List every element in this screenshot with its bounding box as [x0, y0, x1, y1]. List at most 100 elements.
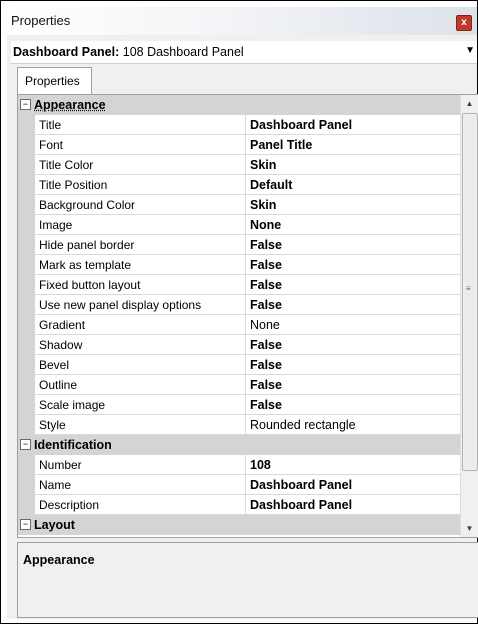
- property-row[interactable]: Scale image False: [18, 395, 460, 415]
- property-name-cell: Gradient: [35, 315, 246, 335]
- property-value-cell[interactable]: Skin: [246, 195, 460, 215]
- row-margin: [18, 235, 35, 255]
- property-value-cell[interactable]: False: [246, 395, 460, 415]
- property-row[interactable]: Description Dashboard Panel: [18, 495, 460, 515]
- property-row[interactable]: Bevel False: [18, 355, 460, 375]
- row-margin: [18, 275, 35, 295]
- property-name: Use new panel display options: [39, 298, 202, 312]
- property-value-cell[interactable]: 108: [246, 455, 460, 475]
- object-selector-label: Dashboard Panel: 108 Dashboard Panel: [13, 45, 244, 59]
- property-value: Rounded rectangle: [250, 418, 356, 432]
- collapse-icon[interactable]: −: [20, 519, 31, 530]
- property-value-cell[interactable]: Skin: [246, 155, 460, 175]
- scroll-thumb[interactable]: ≡: [462, 113, 478, 471]
- row-margin: [18, 115, 35, 135]
- row-margin: [18, 355, 35, 375]
- property-row[interactable]: Title Color Skin: [18, 155, 460, 175]
- category-label: Identification: [34, 438, 112, 452]
- property-row[interactable]: Use new panel display options False: [18, 295, 460, 315]
- vertical-scrollbar[interactable]: ▲ ≡ ▼: [460, 95, 478, 537]
- row-margin: [18, 155, 35, 175]
- scroll-up-arrow-icon[interactable]: ▲: [461, 95, 478, 112]
- grip-icon: ≡: [466, 284, 471, 293]
- object-name-label: 108 Dashboard Panel: [119, 45, 244, 59]
- property-name-cell: Name: [35, 475, 246, 495]
- property-value: False: [250, 298, 282, 312]
- property-name: Hide panel border: [39, 238, 135, 252]
- category-label: Appearance: [34, 98, 106, 112]
- property-value-cell[interactable]: Dashboard Panel: [246, 115, 460, 135]
- property-name: Bevel: [39, 358, 70, 372]
- property-row[interactable]: Fixed button layout False: [18, 275, 460, 295]
- property-value-cell[interactable]: False: [246, 355, 460, 375]
- property-name-cell: Outline: [35, 375, 246, 395]
- property-name-cell: Number: [35, 455, 246, 475]
- property-value: Skin: [250, 158, 277, 172]
- category-row-layout[interactable]: − Layout: [18, 515, 460, 535]
- property-name-cell: Background Color: [35, 195, 246, 215]
- property-name: Description: [39, 498, 100, 512]
- property-value-cell[interactable]: Rounded rectangle: [246, 415, 460, 435]
- property-row[interactable]: Name Dashboard Panel: [18, 475, 460, 495]
- property-name: Number: [39, 458, 82, 472]
- row-margin: [18, 195, 35, 215]
- property-row[interactable]: Title Position Default: [18, 175, 460, 195]
- property-value-cell[interactable]: Dashboard Panel: [246, 495, 460, 515]
- scroll-down-arrow-icon[interactable]: ▼: [461, 520, 478, 537]
- category-label: Layout: [34, 518, 75, 532]
- title-bar[interactable]: Properties x: [7, 7, 477, 35]
- row-margin: [18, 135, 35, 155]
- property-row[interactable]: Number 108: [18, 455, 460, 475]
- dropdown-arrow-icon[interactable]: ▼: [465, 45, 475, 56]
- property-value: False: [250, 238, 282, 252]
- property-name: Title: [39, 118, 62, 132]
- property-row[interactable]: Shadow False: [18, 335, 460, 355]
- close-icon: x: [461, 17, 467, 28]
- property-value-cell[interactable]: False: [246, 375, 460, 395]
- property-row[interactable]: Font Panel Title: [18, 135, 460, 155]
- property-value-cell[interactable]: Default: [246, 175, 460, 195]
- property-name-cell: Hide panel border: [35, 235, 246, 255]
- property-row[interactable]: Style Rounded rectangle: [18, 415, 460, 435]
- property-value: Panel Title: [250, 138, 313, 152]
- property-name: Gradient: [39, 318, 86, 332]
- object-type-label: Dashboard Panel:: [13, 45, 120, 59]
- row-margin: [18, 175, 35, 195]
- property-row[interactable]: Gradient None: [18, 315, 460, 335]
- tab-properties[interactable]: Properties: [17, 67, 92, 94]
- property-value-cell[interactable]: None: [246, 315, 460, 335]
- row-margin: [18, 475, 35, 495]
- property-value-cell[interactable]: False: [246, 255, 460, 275]
- property-name: Style: [39, 418, 66, 432]
- property-row[interactable]: Image None: [18, 215, 460, 235]
- object-selector-dropdown[interactable]: Dashboard Panel: 108 Dashboard Panel ▼: [11, 41, 477, 64]
- property-row[interactable]: Outline False: [18, 375, 460, 395]
- property-name-cell: Scale image: [35, 395, 246, 415]
- property-row[interactable]: Background Color Skin: [18, 195, 460, 215]
- property-value: False: [250, 338, 282, 352]
- property-name-cell: Title Color: [35, 155, 246, 175]
- collapse-icon[interactable]: −: [20, 439, 31, 450]
- collapse-icon[interactable]: −: [20, 99, 31, 110]
- property-name-cell: Bevel: [35, 355, 246, 375]
- property-name-cell: Fixed button layout: [35, 275, 246, 295]
- property-value: None: [250, 318, 280, 332]
- property-value-cell[interactable]: False: [246, 235, 460, 255]
- row-margin: [18, 335, 35, 355]
- property-row[interactable]: Hide panel border False: [18, 235, 460, 255]
- property-value-cell[interactable]: False: [246, 275, 460, 295]
- category-row-identification[interactable]: − Identification: [18, 435, 460, 455]
- property-value-cell[interactable]: None: [246, 215, 460, 235]
- property-value-cell[interactable]: False: [246, 335, 460, 355]
- close-button[interactable]: x: [456, 15, 472, 31]
- property-name: Shadow: [39, 338, 83, 352]
- property-row[interactable]: Title Dashboard Panel: [18, 115, 460, 135]
- category-row-appearance[interactable]: − Appearance: [18, 95, 460, 115]
- property-value-cell[interactable]: Panel Title: [246, 135, 460, 155]
- row-margin: [18, 415, 35, 435]
- property-row[interactable]: Mark as template False: [18, 255, 460, 275]
- property-value-cell[interactable]: Dashboard Panel: [246, 475, 460, 495]
- property-value-cell[interactable]: False: [246, 295, 460, 315]
- property-name: Image: [39, 218, 73, 232]
- description-title: Appearance: [23, 553, 95, 567]
